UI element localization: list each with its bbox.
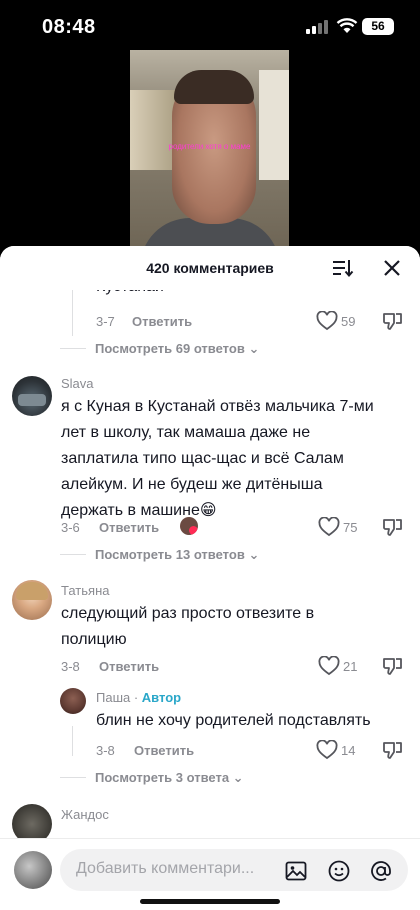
- dislike-icon[interactable]: [382, 311, 404, 331]
- comment-text: Кустанай: [96, 290, 164, 300]
- view-replies-label: Посмотреть 3 ответа: [95, 770, 230, 785]
- sort-icon[interactable]: [332, 258, 354, 278]
- comment-text: я с Куная в Кустанай отвёз мальчика 7-ми…: [61, 394, 374, 524]
- reply-button[interactable]: Ответить: [99, 659, 159, 674]
- comment-text-line: полицию: [61, 631, 127, 648]
- battery-icon: 56: [362, 18, 394, 35]
- signal-icon: [306, 20, 328, 34]
- sheet-header: 420 комментариев: [0, 246, 420, 290]
- view-replies-link[interactable]: Посмотреть 69 ответов ⌄: [95, 341, 259, 357]
- comment-date: 3-6: [61, 520, 80, 535]
- status-time: 08:48: [42, 16, 96, 38]
- reply-button[interactable]: Ответить: [134, 743, 194, 758]
- avatar[interactable]: [12, 580, 52, 620]
- comment-text-line: лет в школу, так мамаша даже не: [61, 424, 311, 441]
- video-caption: родители хотя о маме: [168, 142, 251, 151]
- comment-text-line: следующий раз просто отвезите в: [61, 605, 315, 622]
- chevron-down-icon: ⌄: [232, 770, 244, 785]
- heart-icon[interactable]: [316, 311, 338, 331]
- reply-thread-line: [72, 726, 73, 756]
- view-replies-label: Посмотреть 13 ответов: [95, 547, 245, 562]
- comment-text-line: блин не хочу родителей подставлять: [96, 712, 371, 729]
- like-count: 21: [343, 659, 358, 674]
- comments-sheet: 420 комментариев Кустанай 3-7 Ответить 5…: [0, 246, 420, 910]
- comment-text-line: заплатила типо щас-щас и всё Салам: [61, 450, 344, 467]
- reply-text: блин не хочу родителей подставлять: [96, 708, 371, 734]
- comments-count-title: 420 комментариев: [146, 260, 274, 276]
- video-player[interactable]: родители хотя о маме: [130, 50, 289, 250]
- reply-button[interactable]: Ответить: [99, 520, 159, 535]
- avatar[interactable]: [12, 804, 52, 838]
- comment-text-line: я с Куная в Кустанай отвёз мальчика 7-ми: [61, 398, 374, 415]
- reply-thread-line: [72, 290, 73, 336]
- comment-author-name[interactable]: Жандос: [61, 807, 109, 822]
- reply-button[interactable]: Ответить: [132, 314, 192, 329]
- view-replies-link[interactable]: Посмотреть 3 ответа ⌄: [95, 770, 244, 786]
- comment-input-placeholder: Добавить комментари...: [76, 860, 255, 877]
- comment-date: 3-7: [96, 314, 115, 329]
- comment-date: 3-8: [96, 743, 115, 758]
- wifi-icon: [336, 18, 358, 33]
- avatar[interactable]: [12, 376, 52, 416]
- like-count: 59: [341, 314, 356, 329]
- status-bar: 08:48 56: [0, 0, 420, 54]
- creator-liked-avatar: [180, 517, 198, 535]
- chevron-down-icon: ⌄: [248, 547, 260, 562]
- image-icon[interactable]: [284, 859, 308, 883]
- avatar[interactable]: [60, 688, 86, 714]
- heart-icon[interactable]: [318, 656, 340, 676]
- comment-text: следующий раз просто отвезите в полицию: [61, 601, 314, 653]
- close-icon[interactable]: [382, 258, 402, 278]
- home-indicator: [140, 899, 280, 904]
- at-icon[interactable]: [369, 859, 393, 883]
- emoji-icon[interactable]: [327, 859, 351, 883]
- comment-text-line: алейкум. И не будеш же дитёныша: [61, 476, 323, 493]
- reply-author-name[interactable]: Паша · Автор: [96, 690, 181, 705]
- view-replies-label: Посмотреть 69 ответов: [95, 341, 245, 356]
- heart-icon[interactable]: [316, 740, 338, 760]
- comment-author-name[interactable]: Татьяна: [61, 583, 109, 598]
- comment-author-name[interactable]: Slava: [61, 376, 94, 391]
- author-badge: Автор: [141, 690, 182, 705]
- like-count: 14: [341, 743, 356, 758]
- reply-author-label: Паша: [96, 690, 131, 705]
- dislike-icon[interactable]: [382, 656, 404, 676]
- heart-icon[interactable]: [318, 517, 340, 537]
- view-replies-link[interactable]: Посмотреть 13 ответов ⌄: [95, 547, 259, 563]
- comment-input[interactable]: Добавить комментари...: [60, 849, 408, 891]
- comment-input-bar: Добавить комментари...: [0, 838, 420, 910]
- name-separator: ·: [130, 690, 142, 705]
- user-avatar[interactable]: [14, 851, 52, 889]
- comment-list: Кустанай 3-7 Ответить 59 Посмотреть 69 о…: [0, 290, 420, 838]
- dislike-icon[interactable]: [382, 517, 404, 537]
- comment-date: 3-8: [61, 659, 80, 674]
- dislike-icon[interactable]: [382, 740, 404, 760]
- like-count: 75: [343, 520, 358, 535]
- chevron-down-icon: ⌄: [248, 341, 260, 356]
